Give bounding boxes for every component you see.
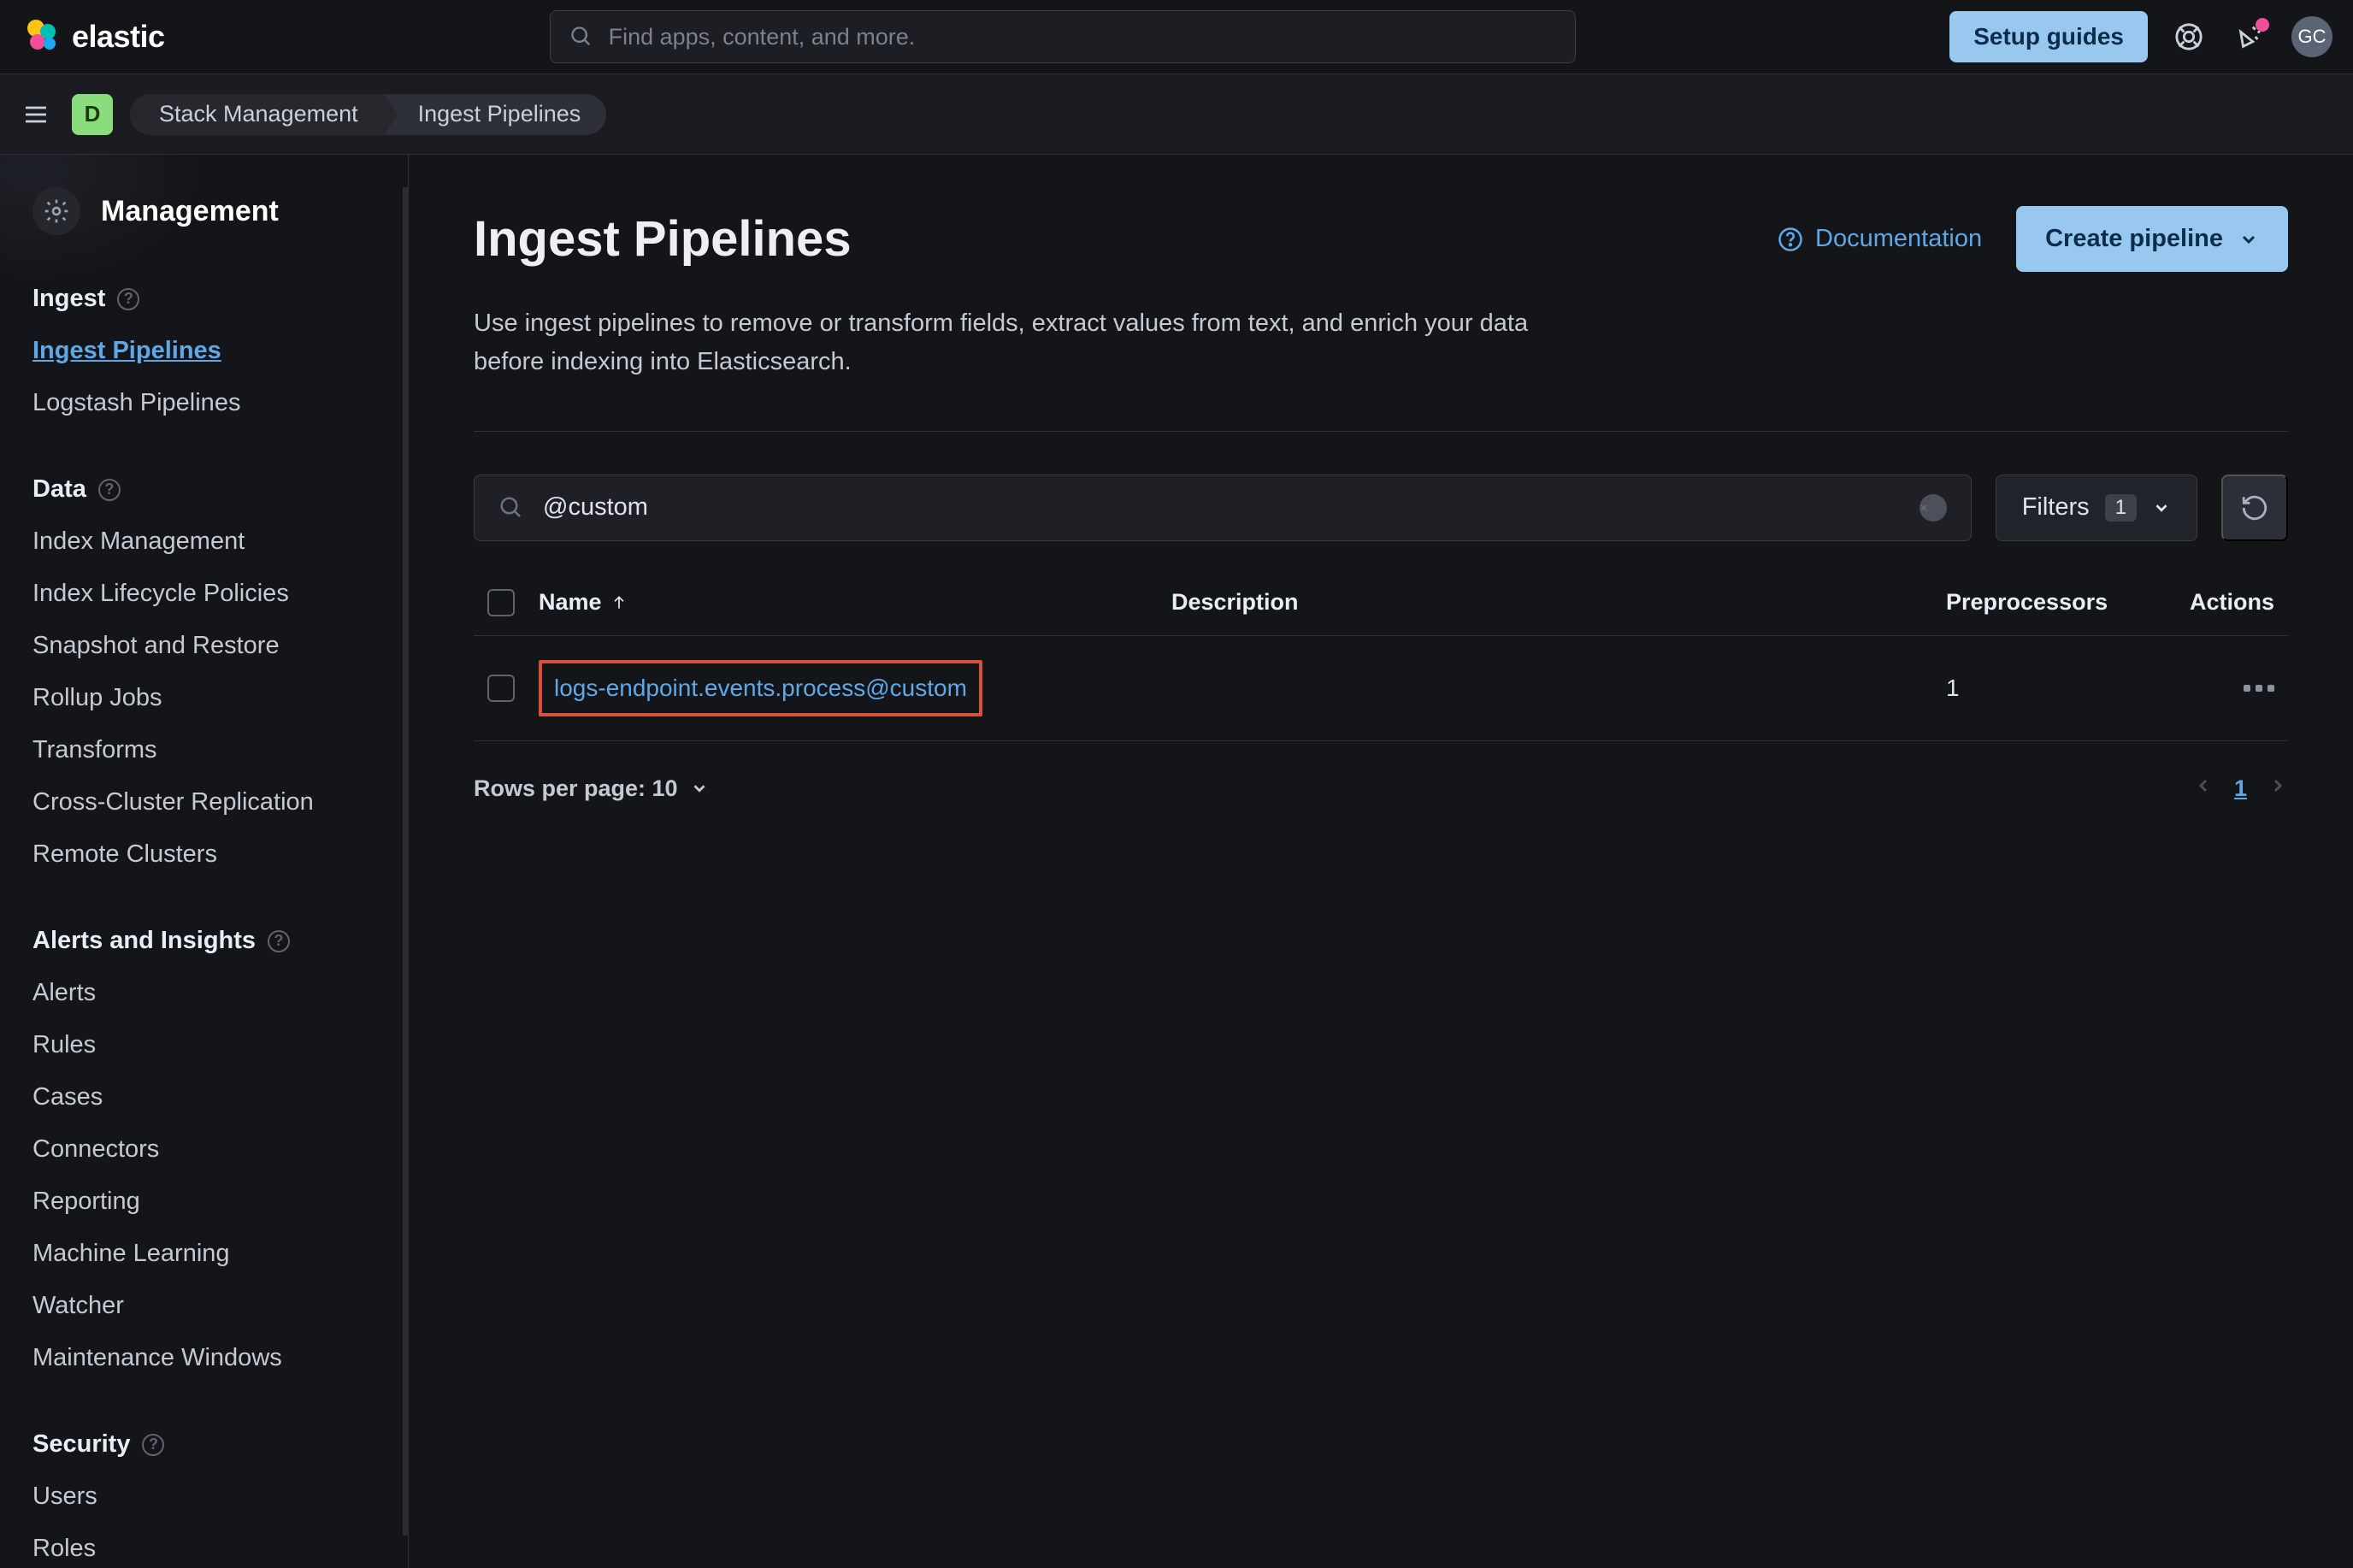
sidebar-item[interactable]: Machine Learning [0, 1228, 401, 1280]
sidebar-item[interactable]: Ingest Pipelines [0, 325, 401, 377]
create-pipeline-button[interactable]: Create pipeline [2016, 206, 2288, 272]
global-search-placeholder: Find apps, content, and more. [609, 24, 916, 50]
breadcrumb-ingest-pipelines: Ingest Pipelines [384, 94, 607, 135]
nav-toggle-button[interactable] [17, 96, 55, 133]
notification-dot [2256, 18, 2269, 32]
filters-button[interactable]: Filters 1 [1996, 475, 2197, 541]
column-actions: Actions [2151, 589, 2288, 616]
sidebar-item[interactable]: Snapshot and Restore [0, 620, 401, 672]
sidebar-item[interactable]: Watcher [0, 1280, 401, 1332]
page-number[interactable]: 1 [2234, 775, 2247, 802]
pagination: Rows per page: 10 1 [474, 775, 2288, 802]
elastic-logo-icon [21, 16, 62, 57]
row-actions-button[interactable] [2151, 685, 2288, 692]
row-checkbox[interactable] [487, 675, 515, 702]
global-header: elastic Find apps, content, and more. Se… [0, 0, 2353, 74]
header-actions: Setup guides GC [1949, 11, 2332, 62]
filters-count-badge: 1 [2105, 494, 2137, 522]
sidebar-item[interactable]: Index Lifecycle Policies [0, 568, 401, 620]
search-icon [569, 25, 593, 49]
sidebar-item[interactable]: Rules [0, 1019, 401, 1071]
elastic-logo[interactable]: elastic [21, 16, 165, 57]
elastic-logo-text: elastic [72, 19, 165, 55]
sidebar-item[interactable]: Logstash Pipelines [0, 377, 401, 429]
help-circle-icon [1778, 227, 1803, 252]
chevron-left-icon [2193, 775, 2214, 796]
refresh-icon [2240, 493, 2269, 522]
x-icon [1920, 500, 1928, 516]
sort-asc-icon [610, 594, 628, 611]
refresh-button[interactable] [2221, 475, 2288, 541]
sidebar-item[interactable]: Rollup Jobs [0, 672, 401, 724]
page-title: Ingest Pipelines [474, 210, 852, 268]
sidebar-header: Management [0, 187, 401, 269]
global-search-input[interactable]: Find apps, content, and more. [550, 10, 1576, 63]
setup-guides-button[interactable]: Setup guides [1949, 11, 2148, 62]
column-name[interactable]: Name [539, 589, 1171, 616]
sidebar-section-title: Data? [0, 460, 401, 516]
chevron-down-icon [690, 779, 709, 798]
help-icon-button[interactable] [2168, 16, 2209, 57]
space-selector[interactable]: D [72, 94, 113, 135]
chevron-right-icon [2267, 775, 2288, 796]
breadcrumb-stack-management[interactable]: Stack Management [130, 94, 384, 135]
clear-search-button[interactable] [1920, 494, 1947, 522]
help-icon[interactable]: ? [117, 288, 139, 310]
chevron-down-icon [2152, 498, 2171, 517]
sidebar-item[interactable]: Transforms [0, 724, 401, 776]
select-all-checkbox[interactable] [487, 589, 515, 616]
sidebar-item[interactable]: Remote Clusters [0, 828, 401, 881]
help-icon[interactable]: ? [98, 479, 121, 501]
chevron-down-icon [2238, 229, 2259, 250]
sidebar-item[interactable]: Connectors [0, 1123, 401, 1176]
table-row: logs-endpoint.events.process@custom 1 [474, 636, 2288, 741]
table-toolbar: @custom Filters 1 [474, 475, 2288, 541]
sidebar-item[interactable]: Index Management [0, 516, 401, 568]
search-value: @custom [543, 493, 1920, 522]
column-description[interactable]: Description [1171, 589, 1946, 616]
sidebar-item[interactable]: Alerts [0, 967, 401, 1019]
row-preprocessors: 1 [1946, 675, 2151, 702]
sidebar-title: Management [101, 195, 279, 228]
sidebar-item[interactable]: Maintenance Windows [0, 1332, 401, 1384]
sidebar-item[interactable]: Roles [0, 1523, 401, 1568]
search-icon [498, 495, 524, 521]
breadcrumb-bar: D Stack Management Ingest Pipelines [0, 74, 2353, 155]
divider [474, 431, 2288, 432]
table-header: Name Description Preprocessors Actions [474, 570, 2288, 636]
lifebuoy-icon [2174, 22, 2203, 51]
pipelines-table: Name Description Preprocessors Actions l… [474, 570, 2288, 741]
sidebar-item[interactable]: Reporting [0, 1176, 401, 1228]
pipeline-name-link[interactable]: logs-endpoint.events.process@custom [539, 660, 982, 716]
help-icon[interactable]: ? [268, 930, 290, 952]
help-icon[interactable]: ? [142, 1434, 164, 1456]
column-preprocessors[interactable]: Preprocessors [1946, 589, 2151, 616]
next-page-button[interactable] [2267, 775, 2288, 802]
gear-icon [32, 187, 80, 235]
prev-page-button[interactable] [2193, 775, 2214, 802]
sidebar-item[interactable]: Cases [0, 1071, 401, 1123]
user-avatar[interactable]: GC [2291, 16, 2332, 57]
hamburger-icon [22, 101, 50, 128]
sidebar-section-title: Alerts and Insights? [0, 911, 401, 967]
sidebar-section-title: Ingest? [0, 269, 401, 325]
rows-per-page-button[interactable]: Rows per page: 10 [474, 775, 709, 802]
page-description: Use ingest pipelines to remove or transf… [474, 304, 1534, 381]
sidebar: Management Ingest?Ingest PipelinesLogsta… [0, 155, 409, 1568]
newsfeed-icon-button[interactable] [2230, 16, 2271, 57]
sidebar-item[interactable]: Users [0, 1471, 401, 1523]
documentation-link[interactable]: Documentation [1778, 225, 1982, 253]
main-content: Ingest Pipelines Documentation Create pi… [409, 155, 2353, 1568]
sidebar-item[interactable]: Cross-Cluster Replication [0, 776, 401, 828]
sidebar-section-title: Security? [0, 1415, 401, 1471]
pipeline-search-input[interactable]: @custom [474, 475, 1972, 541]
